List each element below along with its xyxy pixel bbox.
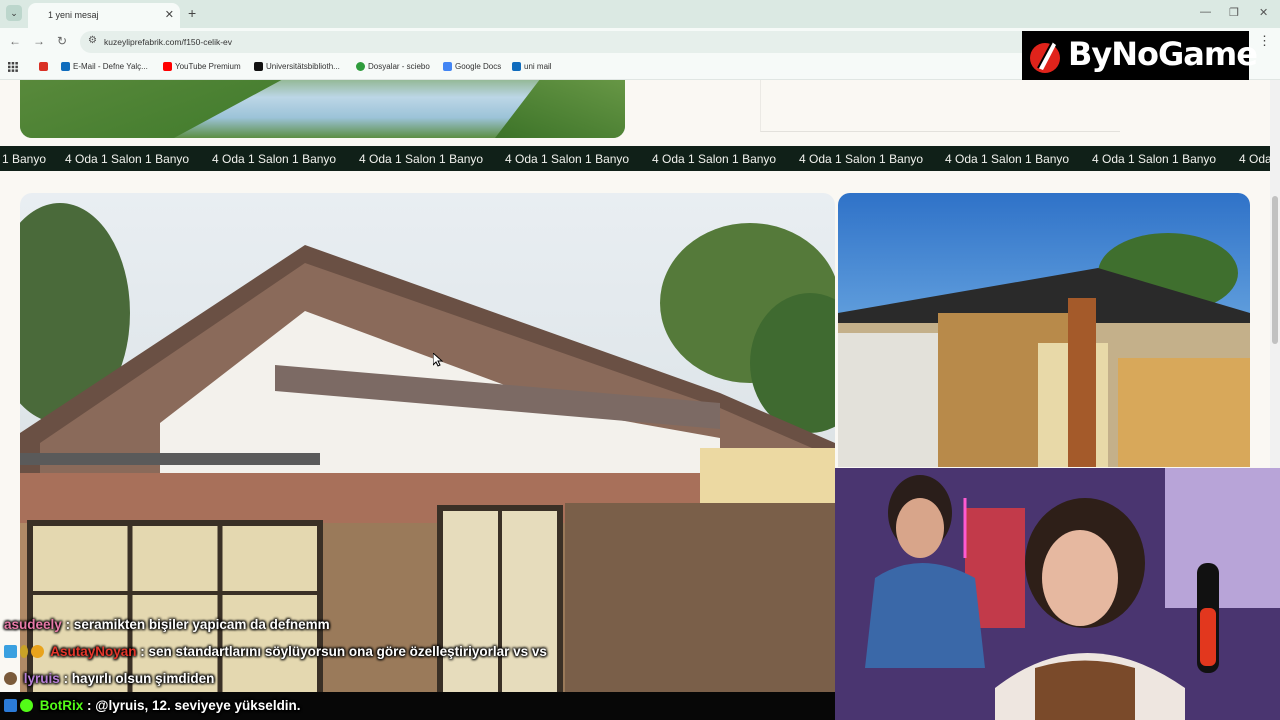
gift-badge-icon (20, 645, 28, 658)
ticker-item: 4 Oda (1239, 152, 1270, 166)
ticker-item: 4 Oda 1 Salon 1 Banyo (799, 152, 924, 166)
reload-icon[interactable]: ↻ (57, 34, 67, 48)
bookmark-uni-mail[interactable]: uni mail (512, 62, 552, 71)
ticker-item: 4 Oda 1 Salon 1 Banyo (1092, 152, 1217, 166)
sciebo-icon (356, 62, 365, 71)
chat-text: : sen standartlarını söylüyorsun ona gör… (140, 644, 547, 659)
bookmark-label: uni mail (524, 62, 552, 71)
ticker-item: 4 Oda 1 Salon 1 Banyo (359, 152, 484, 166)
ticker-item: 4 Oda 1 Salon 1 Banyo (65, 152, 190, 166)
youtube-icon (163, 62, 172, 71)
apps-grid-icon[interactable] (8, 62, 18, 72)
browser-menu-icon[interactable]: ⋮ (1258, 33, 1271, 49)
ticker-item: 4 Oda 1 Salon 1 Banyo (212, 152, 337, 166)
ticker-item: 4 Oda 1 Salon 1 Banyo (505, 152, 630, 166)
chat-message: AsutayNoyan : sen standartlarını söylüyo… (4, 644, 547, 659)
tab-title: 1 yeni mesaj (48, 10, 99, 20)
chat-username: BotRix (39, 698, 84, 713)
logo-text: ByNoGame (1068, 35, 1258, 73)
url-text: kuzeyliprefabrik.com/f150-celik-ev (104, 37, 233, 47)
verified-badge-icon (20, 699, 33, 712)
chat-username: lyruis (23, 671, 60, 686)
bookmark-library[interactable]: Universitätsbiblioth... (254, 62, 340, 71)
minimize-icon[interactable]: — (1200, 6, 1211, 18)
active-tab[interactable]: 1 yeni mesaj ✕ (28, 3, 180, 28)
chat-message: BotRix : @lyruis, 12. seviyeye yükseldin… (4, 698, 301, 713)
bookmark-label: Google Docs (455, 62, 502, 71)
restore-icon[interactable]: ❐ (1229, 6, 1239, 19)
outlook-icon (512, 62, 521, 71)
bookmark-label: E-Mail - Defne Yalç... (73, 62, 148, 71)
back-arrow-icon[interactable]: ← (9, 34, 21, 48)
window-close-icon[interactable]: ✕ (1259, 6, 1268, 19)
bynogame-logo-icon (1030, 41, 1060, 73)
site-info-icon[interactable]: ⚙ (88, 35, 97, 46)
bynogame-logo: ByNoGame (1022, 31, 1258, 80)
docs-icon (443, 62, 452, 71)
gmail-icon (39, 62, 48, 71)
chat-username: asudeely (4, 617, 62, 632)
stream-chat: asudeely : seramikten bişiler yapicam da… (0, 612, 835, 720)
bookmark-label: Universitätsbiblioth... (266, 62, 340, 71)
chat-message: lyruis : hayırlı olsun şimdiden (4, 671, 214, 686)
tab-close-icon[interactable]: ✕ (165, 8, 174, 21)
chat-text: : @lyruis, 12. seviyeye yükseldin. (87, 698, 301, 713)
bookmark-gmail[interactable] (39, 62, 48, 71)
bookmark-youtube[interactable]: YouTube Premium (163, 62, 241, 71)
new-tab-plus-icon[interactable]: + (188, 5, 196, 21)
chat-text: : hayırlı olsun şimdiden (63, 671, 215, 686)
level-badge-icon (31, 645, 44, 658)
bookmark-sciebo[interactable]: Dosyalar - sciebo (356, 62, 430, 71)
bookmark-label: YouTube Premium (175, 62, 241, 71)
mouse-cursor-icon (433, 353, 443, 367)
tab-bar: ⌄ 1 yeni mesaj ✕ + — ❐ ✕ (0, 0, 1280, 28)
level-badge-icon (4, 672, 17, 685)
chat-text: : seramikten bişiler yapicam da defnemm (65, 617, 330, 632)
floor-plan-drawing (760, 80, 1120, 132)
room-info-ticker: 1 Banyo 4 Oda 1 Salon 1 Banyo 4 Oda 1 Sa… (0, 146, 1270, 171)
bookmark-label: Dosyalar - sciebo (368, 62, 430, 71)
tab-search-chevron-icon[interactable]: ⌄ (6, 5, 22, 21)
bookmark-email[interactable]: E-Mail - Defne Yalç... (61, 62, 148, 71)
bot-badge-icon (4, 699, 17, 712)
bookmark-google-docs[interactable]: Google Docs (443, 62, 501, 71)
chat-message: asudeely : seramikten bişiler yapicam da… (4, 617, 330, 632)
house-side-image[interactable] (838, 193, 1250, 467)
outlook-icon (61, 62, 70, 71)
ticker-item: 4 Oda 1 Salon 1 Banyo (945, 152, 1070, 166)
house-garden-image (20, 80, 625, 138)
scrollbar-thumb[interactable] (1272, 196, 1278, 344)
ticker-item: 4 Oda 1 Salon 1 Banyo (652, 152, 777, 166)
webcam-overlay (835, 468, 1280, 720)
subscriber-badge-icon (4, 645, 17, 658)
forward-arrow-icon[interactable]: → (33, 34, 45, 48)
ticker-item: 1 Banyo (2, 152, 47, 166)
library-icon (254, 62, 263, 71)
chat-username: AsutayNoyan (50, 644, 137, 659)
